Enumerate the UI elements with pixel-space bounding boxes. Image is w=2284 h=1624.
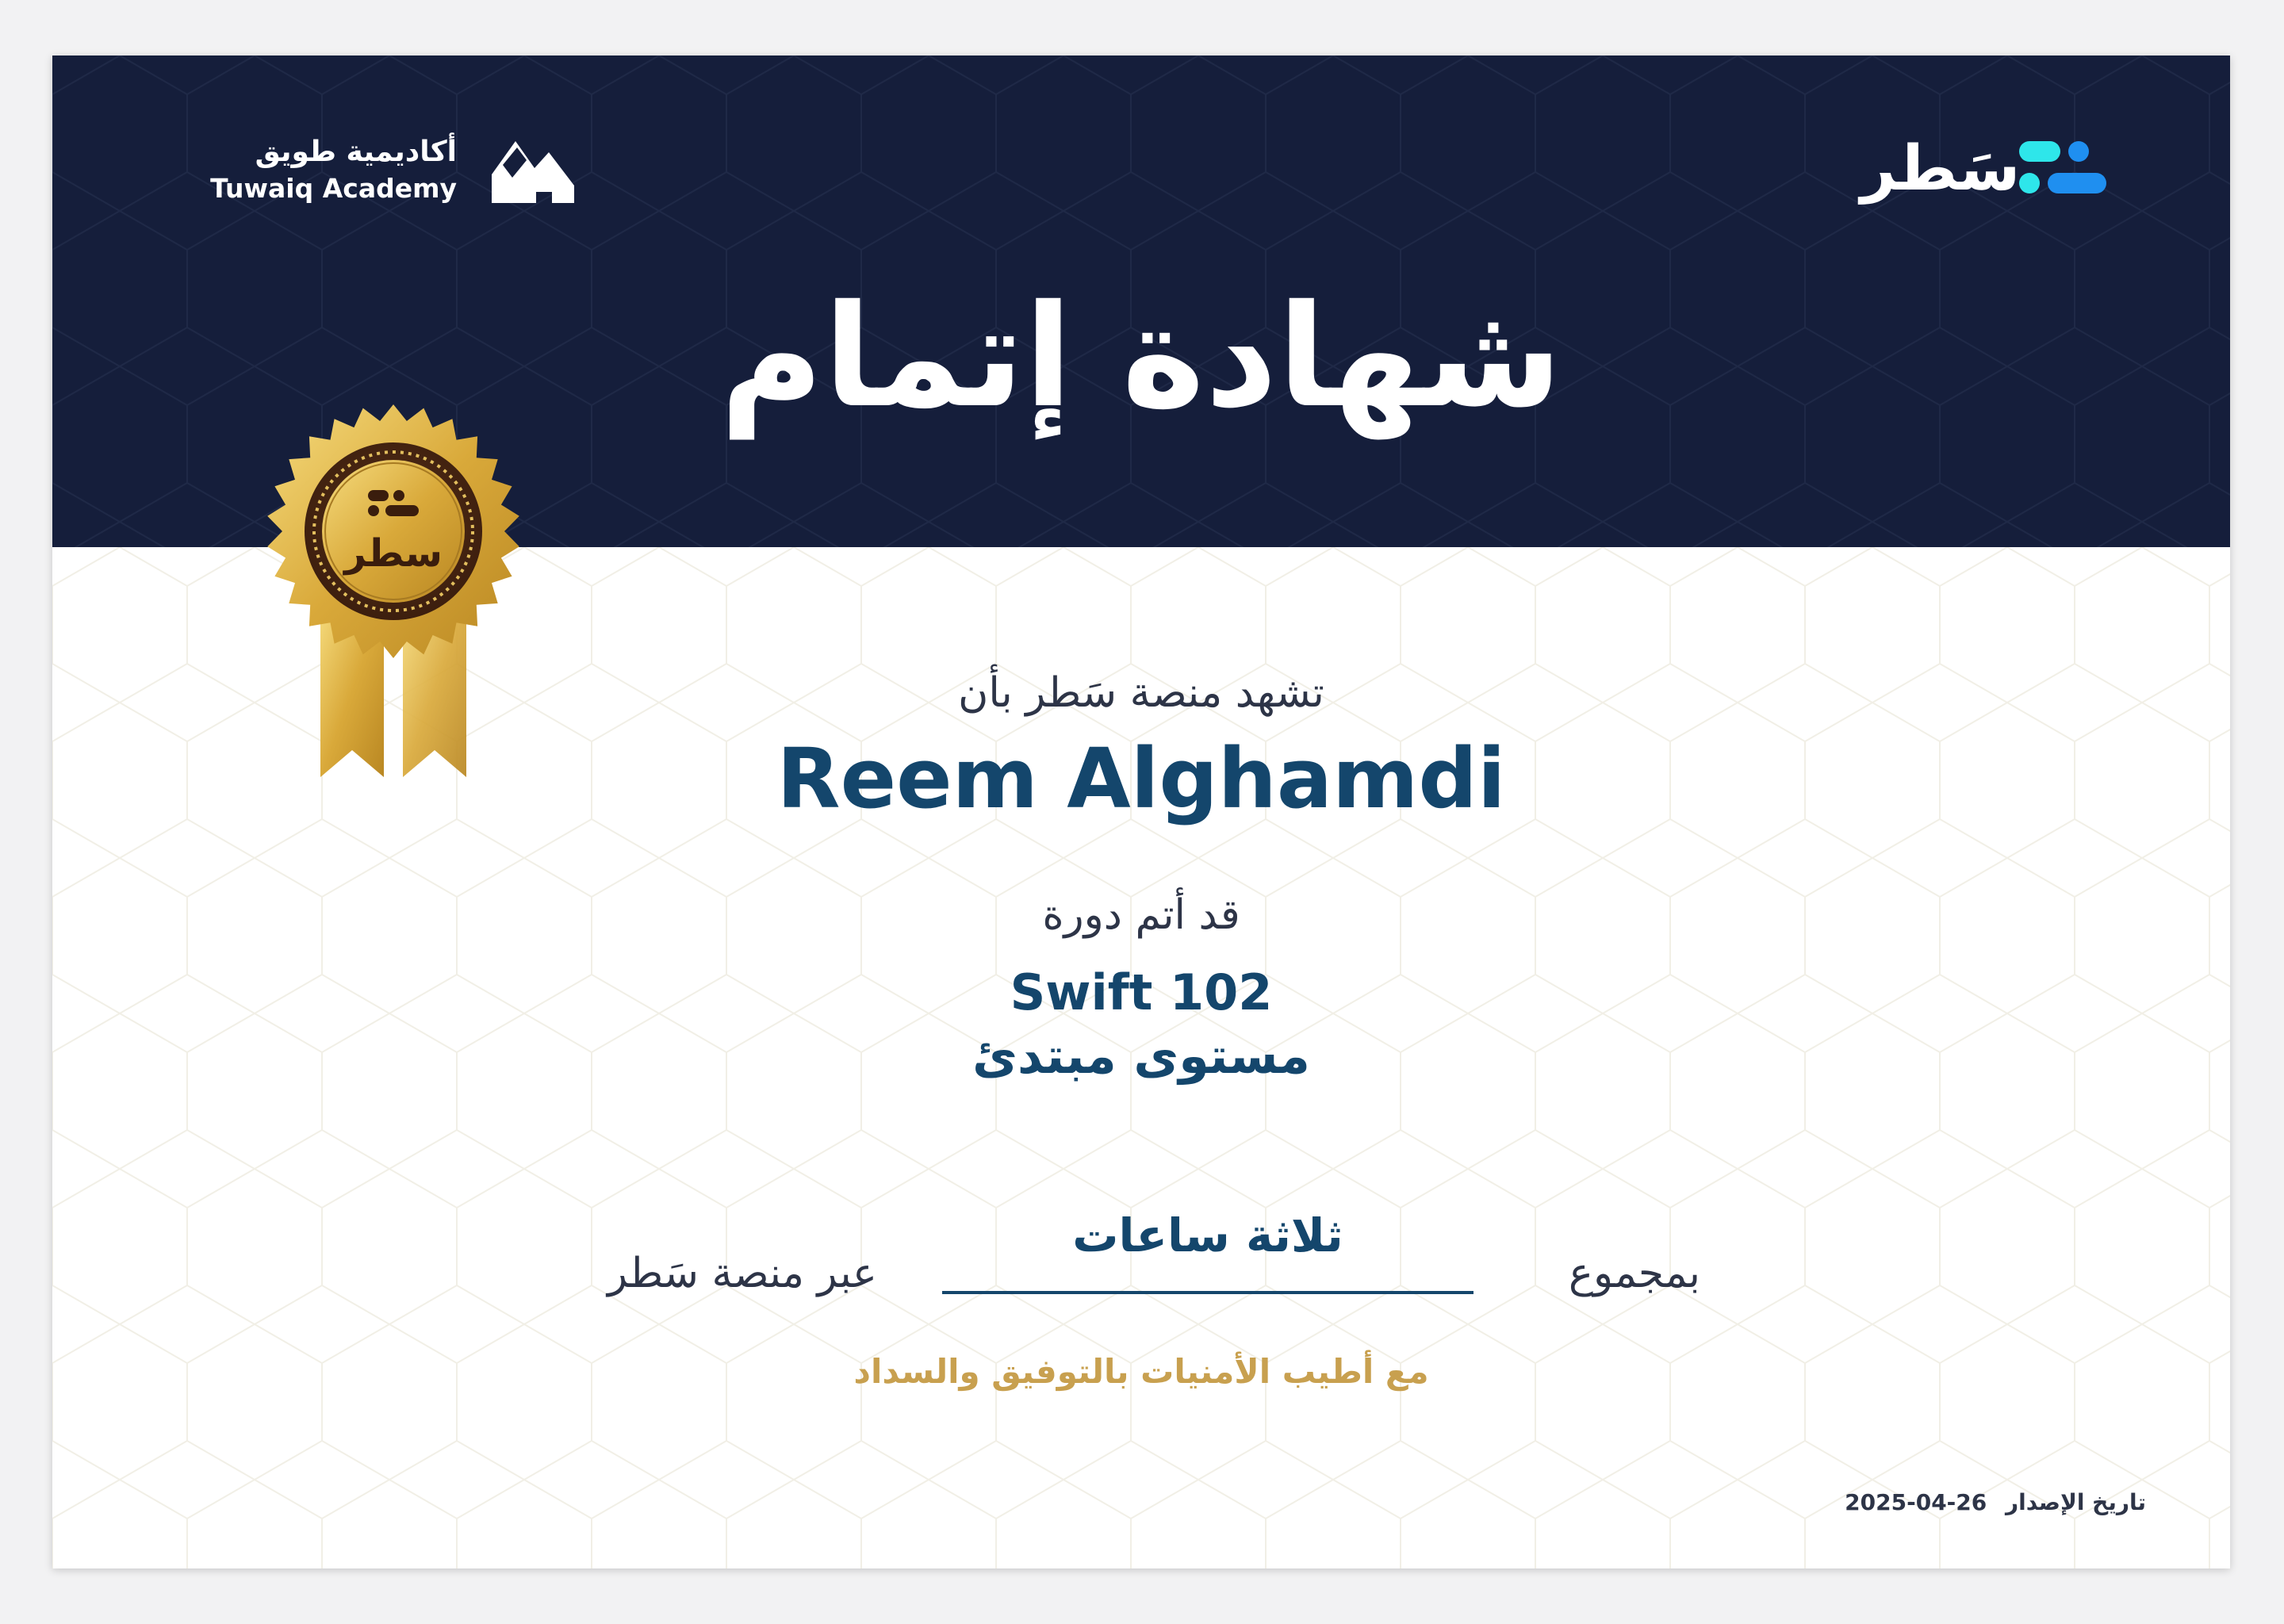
issue-date-line: تاريخ الإصدار 2025-04-26 <box>1718 1483 2146 1522</box>
seal-text: سطر <box>343 531 443 576</box>
course-name: Swift 102 <box>1010 963 1273 1021</box>
tuwaiq-english-name: Tuwaiq Academy <box>210 173 457 204</box>
satr-mark-icon <box>2019 141 2110 200</box>
certificate-sheet: أكاديمية طويق Tuwaiq Academy سَطر شهادة … <box>52 56 2230 1568</box>
issue-date-label: تاريخ الإصدار <box>2006 1489 2146 1515</box>
issue-date-value: 2025-04-26 <box>1845 1489 1987 1515</box>
satr-mark-bar <box>2048 173 2106 193</box>
satr-mark-dot <box>2068 141 2089 162</box>
total-duration-row: بمجموع ثلاثة ساعات عبر منصة سَطر <box>52 1197 2230 1316</box>
total-suffix: عبر منصة سَطر <box>607 1250 877 1297</box>
course-level: مستوى مبتدئ <box>972 1027 1310 1085</box>
total-underline <box>942 1291 1473 1294</box>
wishes-text: مع أطيب الأمنيات بالتوفيق والسداد <box>853 1352 1429 1391</box>
tuwaiq-mark-icon <box>492 141 574 203</box>
total-duration-value: ثلاثة ساعات <box>1072 1208 1343 1262</box>
lead-text: تشهد منصة سَطر بأن <box>958 669 1324 717</box>
satr-wordmark: سَطر <box>1861 133 2021 205</box>
tuwaiq-academy-logo: أكاديمية طويق Tuwaiq Academy <box>179 127 574 222</box>
tuwaiq-arabic-name: أكاديمية طويق <box>255 136 457 168</box>
satr-logo: سَطر <box>1861 125 2146 213</box>
satr-mark-bar <box>2019 141 2060 162</box>
satr-mark-dot <box>2019 173 2040 193</box>
completed-text: قد أتم دورة <box>1042 891 1240 939</box>
total-prefix: بمجموع <box>1568 1250 1700 1297</box>
recipient-name: Reem Alghamdi <box>776 730 1506 827</box>
